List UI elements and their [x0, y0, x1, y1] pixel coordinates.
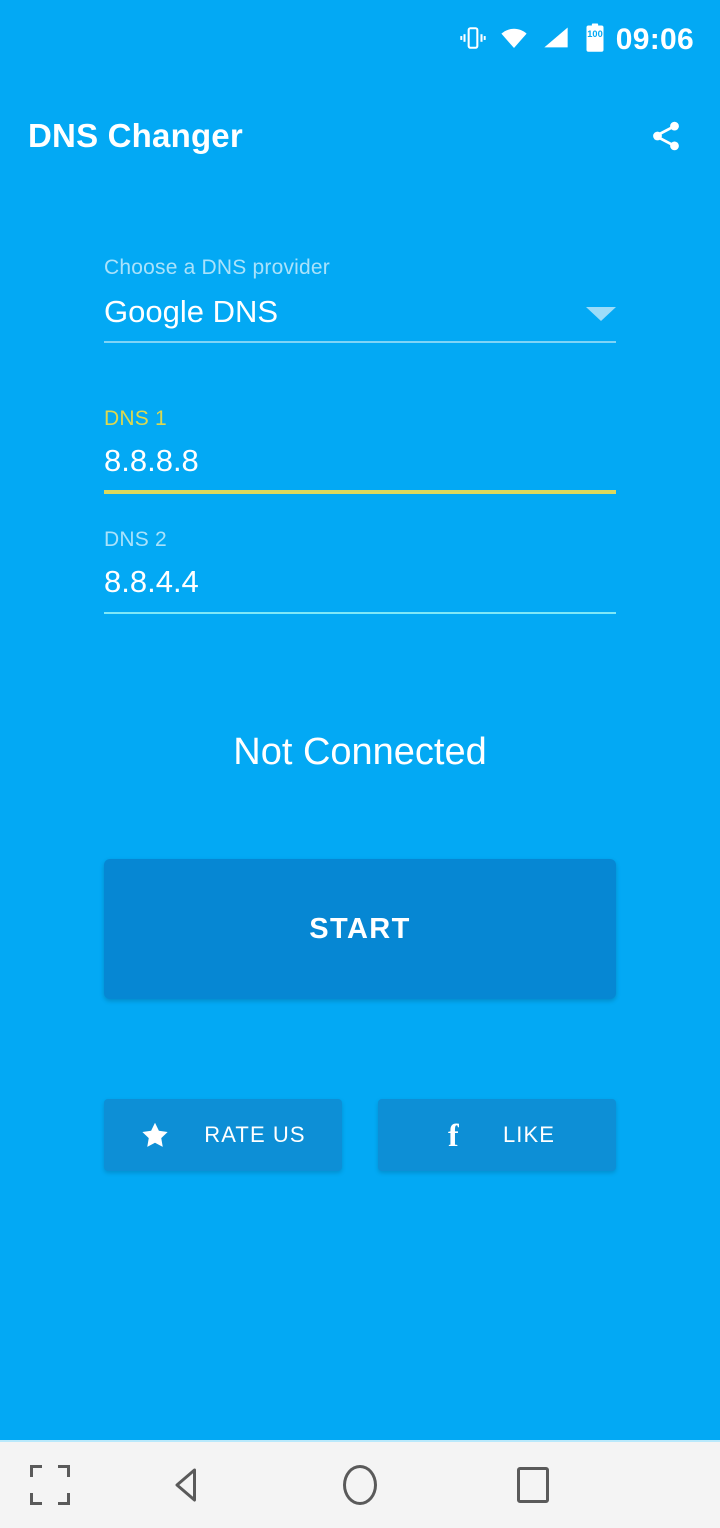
social-buttons-row: RATE US f LIKE [104, 1099, 616, 1172]
main-content: Choose a DNS provider Google DNS DNS 1 8… [0, 192, 720, 1440]
dns-provider-spinner[interactable]: Choose a DNS provider Google DNS [104, 256, 616, 344]
battery-icon: 100 [584, 23, 606, 58]
like-button[interactable]: f LIKE [378, 1099, 616, 1172]
dns1-field[interactable]: DNS 1 8.8.8.8 [104, 407, 616, 495]
app-bar: DNS Changer [0, 80, 720, 196]
signal-icon [542, 26, 570, 55]
back-triangle-icon [172, 1465, 202, 1505]
system-nav-bar [0, 1440, 720, 1528]
wifi-icon [500, 26, 528, 55]
home-circle-icon [342, 1465, 377, 1505]
share-icon[interactable] [638, 108, 694, 164]
collapse-icon [30, 1465, 70, 1505]
dns2-label: DNS 2 [104, 528, 167, 552]
dns1-label: DNS 1 [104, 407, 167, 431]
start-button[interactable]: START [104, 859, 616, 1000]
facebook-icon: f [439, 1117, 469, 1154]
dns-provider-value: Google DNS [104, 294, 279, 330]
nav-home-button[interactable] [273, 1442, 446, 1528]
status-bar-clock: 09:06 [615, 23, 694, 56]
nav-recents-button[interactable] [447, 1442, 620, 1528]
vibrate-icon [460, 25, 486, 56]
connection-status: Not Connected [233, 730, 487, 773]
star-icon [140, 1120, 170, 1150]
status-bar: 100 09:06 [0, 0, 720, 80]
dns-provider-row[interactable]: Google DNS [104, 294, 616, 344]
status-bar-icons: 100 [460, 23, 606, 58]
facebook-glyph: f [448, 1117, 460, 1154]
dns2-field[interactable]: DNS 2 8.8.4.4 [104, 528, 616, 614]
battery-level-text: 100 [587, 29, 602, 39]
chevron-down-icon[interactable] [586, 307, 616, 322]
recents-square-icon [517, 1467, 550, 1503]
like-label: LIKE [502, 1122, 556, 1148]
rate-us-button[interactable]: RATE US [104, 1099, 342, 1172]
page-title: DNS Changer [28, 117, 243, 154]
nav-collapse-button[interactable] [0, 1442, 100, 1528]
dns2-input[interactable]: 8.8.4.4 [104, 565, 616, 614]
nav-back-button[interactable] [100, 1442, 273, 1528]
dns-provider-label: Choose a DNS provider [104, 256, 330, 279]
dns1-input[interactable]: 8.8.8.8 [104, 444, 616, 495]
app-screen: 100 09:06 DNS Changer Choose a DNS provi… [0, 0, 720, 1528]
rate-us-label: RATE US [204, 1122, 306, 1148]
